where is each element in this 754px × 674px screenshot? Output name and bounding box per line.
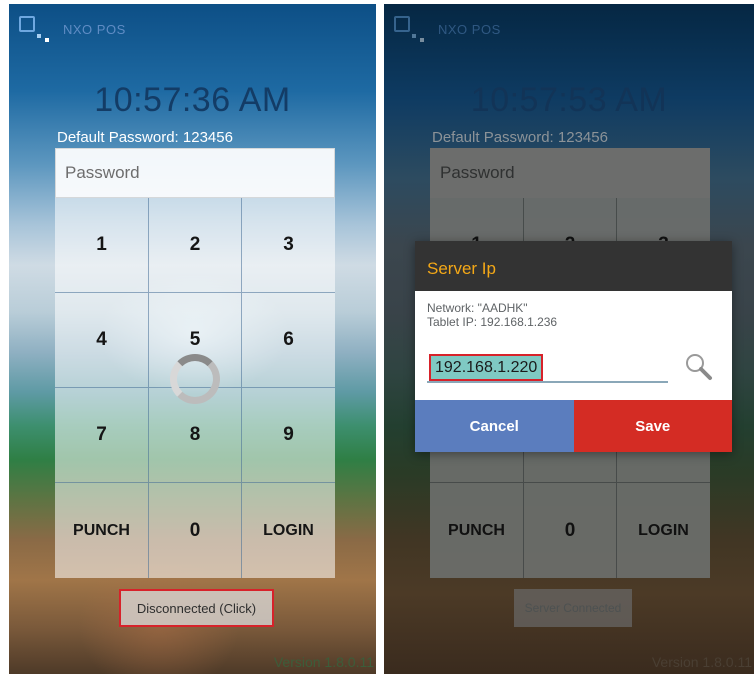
key-9[interactable]: 9 [242, 388, 335, 483]
key-4[interactable]: 4 [55, 293, 149, 388]
dialog-actions: Cancel Save [415, 400, 732, 452]
right-login-screen: NXO POS 10:57:53 AM Default Password: 12… [384, 4, 754, 674]
key-7[interactable]: 7 [55, 388, 149, 483]
login-button[interactable]: LOGIN [242, 483, 335, 578]
default-password-hint: Default Password: 123456 [57, 129, 233, 146]
cancel-button[interactable]: Cancel [415, 400, 574, 452]
server-ip-input[interactable]: 192.168.1.220 [427, 353, 668, 383]
connection-status-button[interactable]: Disconnected (Click) [119, 589, 274, 627]
app-logo: NXO POS [19, 16, 126, 42]
app-logo: NXO POS [394, 16, 501, 42]
key-0[interactable]: 0 [149, 483, 242, 578]
connection-status-button[interactable]: Server Connected [514, 589, 632, 627]
punch-button[interactable]: PUNCH [430, 483, 524, 578]
version-label: Version 1.8.0.11 [273, 654, 374, 670]
password-input[interactable]: Password [430, 148, 710, 198]
dialog-body: Network: "AADHK" Tablet IP: 192.168.1.23… [415, 291, 732, 400]
default-password-hint: Default Password: 123456 [432, 129, 608, 146]
key-3[interactable]: 3 [242, 198, 335, 293]
login-button[interactable]: LOGIN [617, 483, 710, 578]
key-0[interactable]: 0 [524, 483, 617, 578]
network-info: Network: "AADHK" Tablet IP: 192.168.1.23… [427, 301, 557, 329]
logo-text: NXO POS [63, 21, 126, 37]
network-name: Network: "AADHK" [427, 301, 528, 315]
key-1[interactable]: 1 [55, 198, 149, 293]
dialog-title: Server Ip [415, 241, 732, 291]
punch-button[interactable]: PUNCH [55, 483, 149, 578]
logo-icon [394, 16, 424, 42]
version-label: Version 1.8.0.11 [651, 654, 752, 670]
key-6[interactable]: 6 [242, 293, 335, 388]
search-icon[interactable] [684, 352, 714, 382]
server-ip-dialog: Server Ip Network: "AADHK" Tablet IP: 19… [415, 241, 732, 452]
logo-icon [19, 16, 49, 42]
clock: 10:57:36 AM [94, 81, 291, 119]
save-button[interactable]: Save [573, 400, 732, 452]
clock: 10:57:53 AM [470, 81, 668, 119]
tablet-ip: Tablet IP: 192.168.1.236 [427, 315, 558, 329]
loading-spinner-icon [170, 354, 220, 404]
key-2[interactable]: 2 [149, 198, 242, 293]
password-input[interactable]: Password [55, 148, 335, 198]
left-login-screen: NXO POS 10:57:36 AM Default Password: 12… [9, 4, 376, 674]
server-ip-value[interactable]: 192.168.1.220 [429, 354, 544, 381]
logo-text: NXO POS [438, 21, 501, 37]
